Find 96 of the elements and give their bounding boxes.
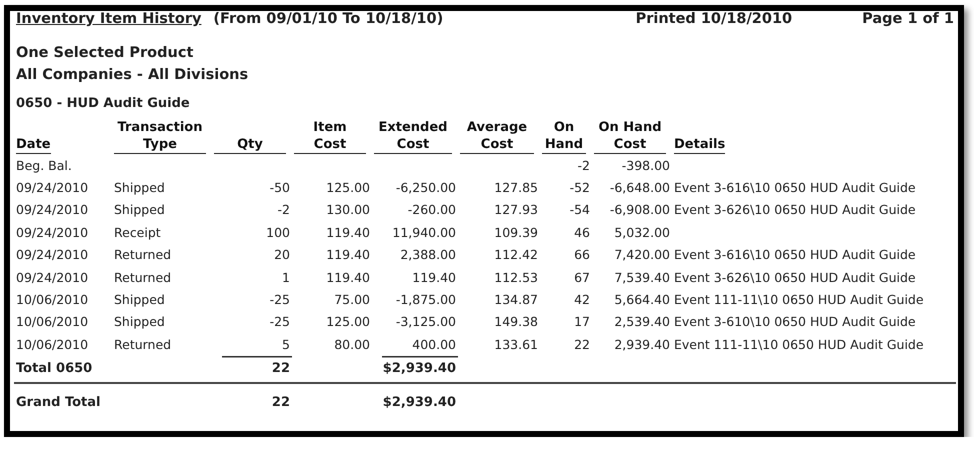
table-cell: Event 3-626\10 0650 HUD Audit Guide [674, 270, 916, 285]
table-cell: -2 [278, 202, 290, 218]
table-cell: 125.00 [326, 180, 370, 196]
table-cell: -6,908.00 [610, 202, 670, 218]
page-number: Page 1 of 1 [862, 11, 954, 27]
table-cell: 400.00 [412, 336, 456, 352]
table-cell: 42 [574, 292, 590, 308]
table-cell: Shipped [114, 314, 165, 330]
table-cell: Event 3-610\10 0650 HUD Audit Guide [674, 314, 916, 330]
table-cell: 46 [574, 224, 590, 240]
column-header: Average Cost [460, 119, 534, 154]
table-cell: Returned [114, 247, 172, 262]
column-header: Date [16, 136, 51, 154]
table-cell: 100 [266, 224, 290, 240]
table-cell: 10/06/2010 [16, 314, 88, 330]
table-cell: 134.87 [494, 292, 538, 308]
table-cell: -3,125.00 [396, 314, 456, 330]
table-cell: Beg. Bal. [16, 158, 72, 173]
table-cell: 09/24/2010 [16, 270, 88, 285]
table-cell: 7,420.00 [614, 247, 670, 262]
table-cell: 125.00 [326, 314, 370, 330]
table-cell: -2 [578, 158, 590, 173]
table-cell: 5,032.00 [614, 224, 670, 240]
table-cell: Shipped [114, 292, 165, 308]
table-cell: Event 111-11\10 0650 HUD Audit Guide [674, 336, 924, 352]
table-cell: 119.40 [412, 270, 456, 285]
table-cell: Event 3-626\10 0650 HUD Audit Guide [674, 202, 916, 218]
table-cell: -25 [270, 292, 290, 308]
table-cell: 10/06/2010 [16, 292, 88, 308]
table-cell: 09/24/2010 [16, 247, 88, 262]
table-cell: -398.00 [622, 158, 670, 173]
table-cell: Returned [114, 270, 172, 285]
table-cell: Event 111-11\10 0650 HUD Audit Guide [674, 292, 924, 308]
table-cell: 5 [282, 336, 290, 352]
table-cell: 5,664.40 [614, 292, 670, 308]
table-cell: 11,940.00 [392, 224, 456, 240]
table-cell: 20 [274, 247, 290, 262]
table-cell: 109.39 [494, 224, 538, 240]
table-cell: 119.40 [326, 224, 370, 240]
table-cell: 112.42 [494, 247, 538, 262]
table-cell: Shipped [114, 180, 165, 196]
column-header: Item Cost [294, 119, 366, 154]
table-cell: 09/24/2010 [16, 224, 88, 240]
table-cell: -54 [570, 202, 590, 218]
table-cell: 112.53 [494, 270, 538, 285]
table-cell: 67 [574, 270, 590, 285]
report-title: Inventory Item History [16, 11, 202, 27]
column-header: Details [674, 136, 726, 154]
table-cell: 66 [574, 247, 590, 262]
column-header: Extended Cost [374, 119, 452, 154]
table-cell: 133.61 [494, 336, 538, 352]
table-cell: 127.85 [494, 180, 538, 196]
table-cell: 80.00 [334, 336, 370, 352]
total-value: 22 [272, 361, 290, 376]
total-value: $2,939.40 [382, 361, 456, 376]
column-header: Qty [214, 136, 286, 154]
table-cell: 22 [574, 336, 590, 352]
table-cell: 2,388.00 [400, 247, 456, 262]
table-cell: 75.00 [334, 292, 370, 308]
table-cell: 10/06/2010 [16, 336, 88, 352]
table-cell: Receipt [114, 224, 161, 240]
column-header: On Hand [542, 119, 586, 154]
table-cell: -1,875.00 [396, 292, 456, 308]
table-cell: 130.00 [326, 202, 370, 218]
table-cell: 119.40 [326, 270, 370, 285]
printed-date: Printed 10/18/2010 [636, 11, 792, 27]
table-cell: 7,539.40 [614, 270, 670, 285]
table-cell: 2,539.40 [614, 314, 670, 330]
table-cell: 17 [574, 314, 590, 330]
column-header: Transaction Type [114, 119, 206, 154]
table-cell: Event 3-616\10 0650 HUD Audit Guide [674, 247, 916, 262]
table-cell: -6,648.00 [610, 180, 670, 196]
table-cell: 2,939.40 [614, 336, 670, 352]
report-subtitle: All Companies - All Divisions [16, 66, 250, 85]
table-cell: 09/24/2010 [16, 180, 88, 196]
table-cell: -52 [570, 180, 590, 196]
report-subtitle: One Selected Product [16, 44, 194, 63]
table-cell: 149.38 [494, 314, 538, 330]
table-cell: Shipped [114, 202, 165, 218]
table-cell: Event 3-616\10 0650 HUD Audit Guide [674, 180, 916, 196]
grand-total-value: $2,939.40 [382, 395, 456, 410]
table-cell: 1 [282, 270, 290, 285]
table-cell: 09/24/2010 [16, 202, 88, 218]
table-cell: -25 [270, 314, 290, 330]
table-cell: -50 [270, 180, 290, 196]
column-header: On Hand Cost [594, 119, 666, 154]
date-range: (From 09/01/10 To 10/18/10) [213, 11, 444, 27]
table-cell: 127.93 [494, 202, 538, 218]
table-cell: -6,250.00 [396, 180, 456, 196]
total-label: Total 0650 [16, 361, 92, 376]
table-cell: 119.40 [326, 247, 370, 262]
grand-total-label: Grand Total [16, 395, 100, 410]
table-cell: -260.00 [408, 202, 456, 218]
product-heading: 0650 - HUD Audit Guide [16, 95, 191, 113]
table-cell: Returned [114, 336, 172, 352]
grand-total-value: 22 [272, 395, 290, 410]
